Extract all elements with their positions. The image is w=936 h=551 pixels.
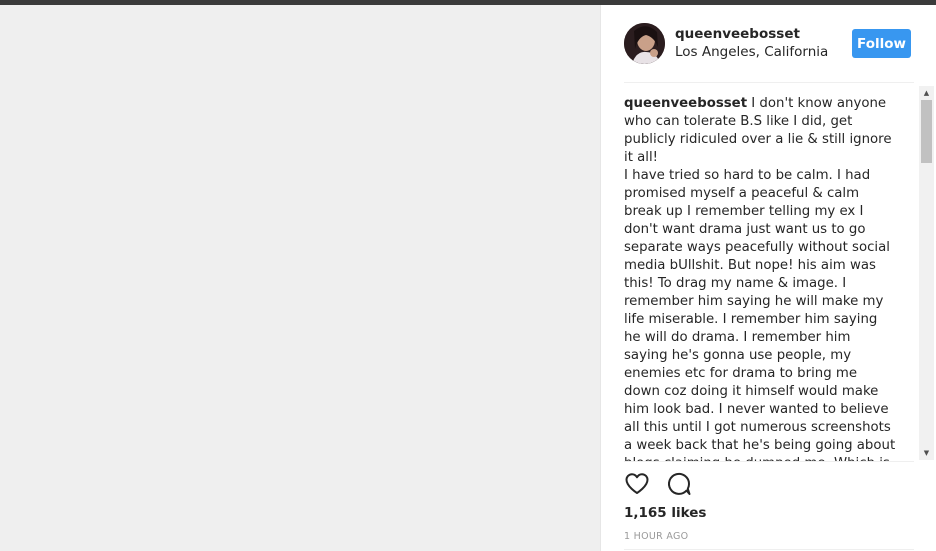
comment-icon[interactable] [666,471,692,497]
scrollbar-thumb[interactable] [921,100,932,163]
post-header: queenveebosset Los Angeles, California F… [601,5,936,82]
divider [624,461,914,462]
divider [624,549,914,550]
caption-text: I don't know anyone who can tolerate B.S… [624,96,896,461]
comments-scrollbar[interactable]: ▲ ▼ [919,86,934,460]
follow-button[interactable]: Follow [852,29,911,58]
caption-username[interactable]: queenveebosset [624,96,747,111]
divider [624,82,914,83]
post-username[interactable]: queenveebosset [675,26,800,42]
post-actions [624,471,692,499]
image-area [0,5,600,551]
likes-count[interactable]: 1,165 likes [624,505,706,521]
post-timestamp[interactable]: 1 HOUR AGO [624,531,688,542]
arrow-down-icon[interactable]: ▼ [919,446,934,460]
post-side-panel: queenveebosset Los Angeles, California F… [600,5,936,551]
heart-icon[interactable] [624,471,650,497]
arrow-up-icon[interactable]: ▲ [919,86,934,100]
post-location[interactable]: Los Angeles, California [675,44,828,60]
caption-comment: queenveebosset I don't know anyone who c… [624,95,896,461]
avatar-image [624,23,665,64]
avatar[interactable] [624,23,665,64]
